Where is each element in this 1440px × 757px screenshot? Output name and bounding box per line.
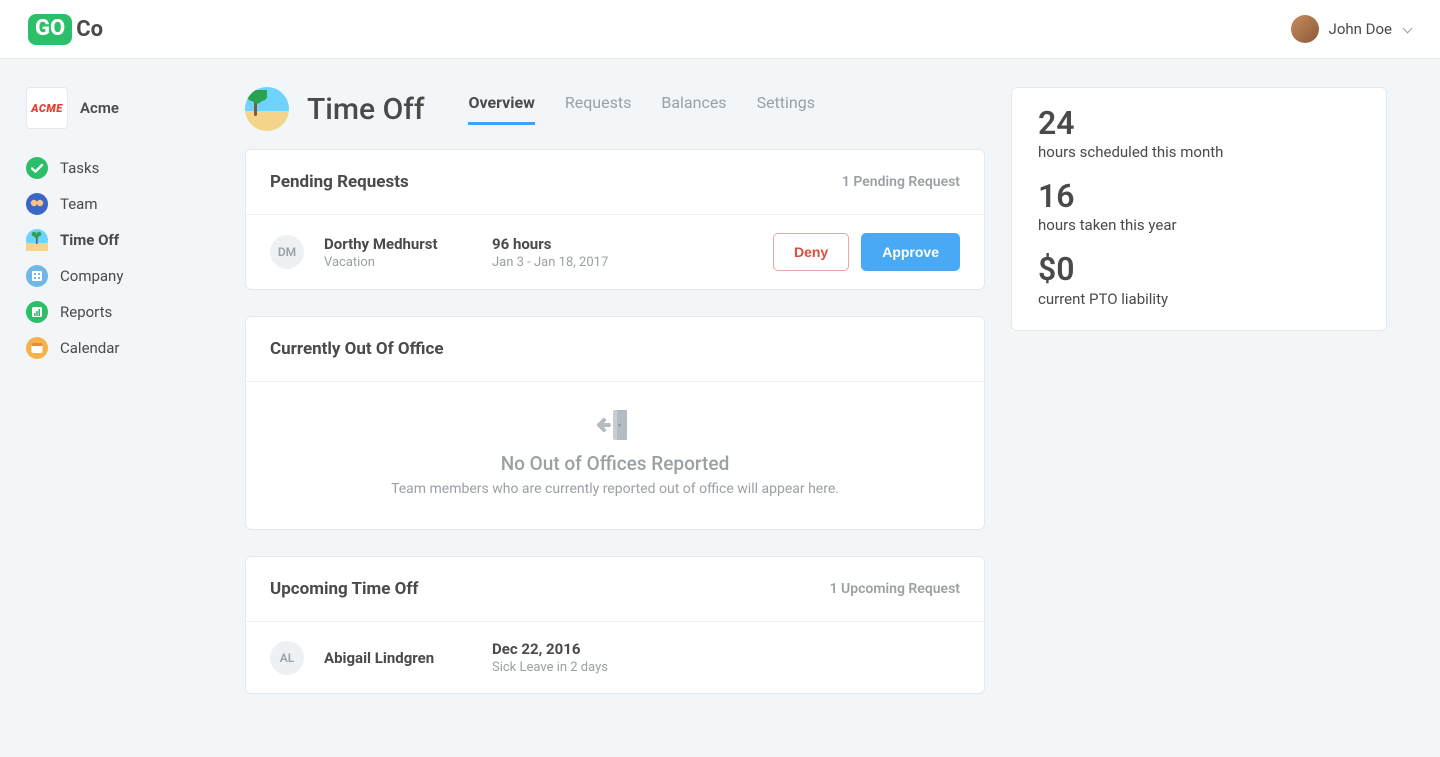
card-title: Upcoming Time Off xyxy=(270,579,419,599)
check-circle-icon xyxy=(26,157,48,179)
sidebar-item-company[interactable]: Company xyxy=(26,265,219,287)
stat-label: hours scheduled this month xyxy=(1038,143,1360,161)
sidebar-item-tasks[interactable]: Tasks xyxy=(26,157,219,179)
calendar-icon xyxy=(26,337,48,359)
sidebar-item-label: Company xyxy=(60,267,123,285)
empty-title: No Out of Offices Reported xyxy=(270,452,960,475)
sidebar-item-label: Tasks xyxy=(60,159,99,177)
empty-subtitle: Team members who are currently reported … xyxy=(270,481,960,497)
tab-balances[interactable]: Balances xyxy=(661,93,726,125)
tab-settings[interactable]: Settings xyxy=(757,93,815,125)
sidebar-item-label: Reports xyxy=(60,303,112,321)
stat-value: $0 xyxy=(1038,252,1360,287)
brand-badge: GO xyxy=(28,14,72,45)
deny-button[interactable]: Deny xyxy=(773,233,849,271)
tabs: Overview Requests Balances Settings xyxy=(468,93,815,125)
out-of-office-card: Currently Out Of Office No Out of Office… xyxy=(245,316,985,530)
company-logo: ACME xyxy=(26,87,68,129)
card-title: Currently Out Of Office xyxy=(270,339,444,359)
stat-pto-liability: $0 current PTO liability xyxy=(1038,252,1360,307)
upcoming-date: Dec 22, 2016 xyxy=(492,640,960,658)
page-icon xyxy=(245,87,289,131)
pending-request-row[interactable]: DM Dorthy Medhurst Vacation 96 hours Jan… xyxy=(246,215,984,289)
user-menu[interactable]: John Doe xyxy=(1291,15,1412,43)
sidebar-item-label: Time Off xyxy=(60,231,119,249)
top-bar: GO Co John Doe xyxy=(0,0,1440,59)
door-exit-icon xyxy=(270,408,960,442)
stats-card: 24 hours scheduled this month 16 hours t… xyxy=(1011,87,1387,331)
sidebar-item-team[interactable]: Team xyxy=(26,193,219,215)
sidebar: ACME Acme Tasks Team Time Off xyxy=(0,59,245,750)
palm-tree-icon xyxy=(26,229,48,251)
request-hours: 96 hours xyxy=(492,235,753,253)
card-meta: 1 Pending Request xyxy=(842,174,960,190)
avatar xyxy=(1291,15,1319,43)
sidebar-item-calendar[interactable]: Calendar xyxy=(26,337,219,359)
sidebar-item-reports[interactable]: Reports xyxy=(26,301,219,323)
sidebar-item-time-off[interactable]: Time Off xyxy=(26,229,219,251)
upcoming-employee-name: Abigail Lindgren xyxy=(324,649,472,667)
sidebar-item-label: Team xyxy=(60,195,98,213)
user-name: John Doe xyxy=(1329,20,1392,38)
stat-label: current PTO liability xyxy=(1038,290,1360,308)
stat-hours-taken: 16 hours taken this year xyxy=(1038,179,1360,234)
card-title: Pending Requests xyxy=(270,172,409,192)
stat-value: 16 xyxy=(1038,179,1360,214)
stat-label: hours taken this year xyxy=(1038,216,1360,234)
request-employee-name: Dorthy Medhurst xyxy=(324,235,472,253)
company-switcher[interactable]: ACME Acme xyxy=(26,87,219,129)
stat-hours-scheduled: 24 hours scheduled this month xyxy=(1038,106,1360,161)
approve-button[interactable]: Approve xyxy=(861,233,960,271)
company-name: Acme xyxy=(80,99,119,117)
avatar: DM xyxy=(270,235,304,269)
upcoming-row[interactable]: AL Abigail Lindgren Dec 22, 2016 Sick Le… xyxy=(246,622,984,693)
reports-icon xyxy=(26,301,48,323)
pending-requests-card: Pending Requests 1 Pending Request DM Do… xyxy=(245,149,985,290)
team-icon xyxy=(26,193,48,215)
upcoming-time-off-card: Upcoming Time Off 1 Upcoming Request AL … xyxy=(245,556,985,694)
chevron-down-icon xyxy=(1402,24,1412,34)
tab-requests[interactable]: Requests xyxy=(565,93,632,125)
page-header: Time Off Overview Requests Balances Sett… xyxy=(245,87,985,131)
request-type: Vacation xyxy=(324,255,472,270)
upcoming-sub: Sick Leave in 2 days xyxy=(492,660,960,675)
avatar: AL xyxy=(270,641,304,675)
nav: Tasks Team Time Off Company xyxy=(26,157,219,359)
request-dates: Jan 3 - Jan 18, 2017 xyxy=(492,255,753,270)
sidebar-item-label: Calendar xyxy=(60,339,120,357)
brand-logo[interactable]: GO Co xyxy=(28,14,103,45)
stat-value: 24 xyxy=(1038,106,1360,141)
building-icon xyxy=(26,265,48,287)
brand-suffix: Co xyxy=(76,17,103,42)
tab-overview[interactable]: Overview xyxy=(468,93,534,125)
card-meta: 1 Upcoming Request xyxy=(830,581,960,597)
page-title: Time Off xyxy=(307,92,424,127)
